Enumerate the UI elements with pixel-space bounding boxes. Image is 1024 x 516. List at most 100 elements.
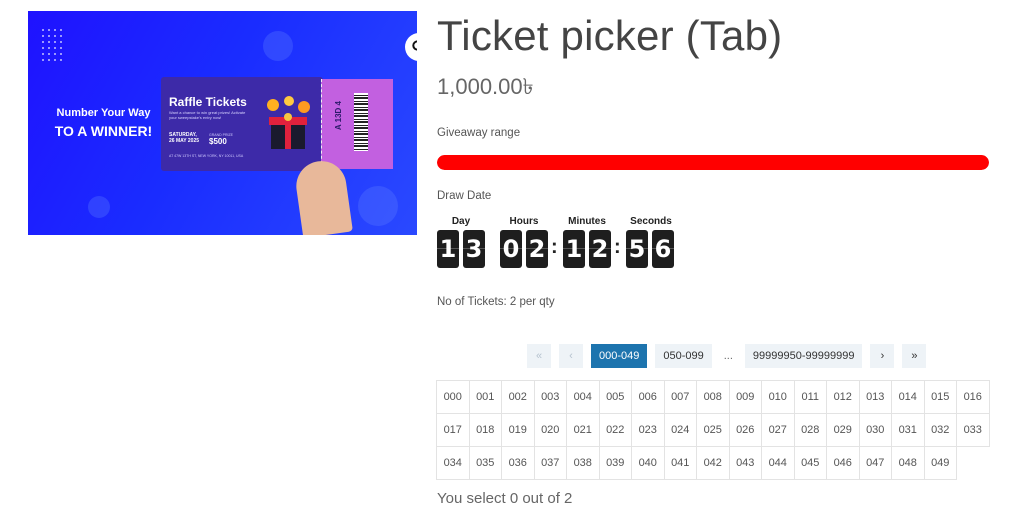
countdown-digit: 1 xyxy=(563,230,585,268)
ticket-number-cell[interactable]: 025 xyxy=(696,413,730,447)
ticket-number-cell[interactable]: 029 xyxy=(826,413,860,447)
ticket-stub: A 13D 4 xyxy=(321,79,393,169)
product-title: Ticket picker (Tab) xyxy=(437,12,783,59)
ticket-number-cell[interactable]: 039 xyxy=(598,446,632,480)
ticket-number-cell[interactable]: 009 xyxy=(728,380,762,414)
countdown-digit: 5 xyxy=(626,230,648,268)
first-page-button[interactable]: « xyxy=(527,344,551,368)
ticket-number-cell[interactable]: 010 xyxy=(761,380,795,414)
ticket-number-cell[interactable]: 027 xyxy=(761,413,795,447)
ticket-number-cell[interactable]: 042 xyxy=(696,446,730,480)
ticket-number-cell[interactable]: 047 xyxy=(858,446,892,480)
ticket-number-cell[interactable]: 022 xyxy=(598,413,632,447)
ticket-number-cell[interactable]: 044 xyxy=(761,446,795,480)
ticket-number-cell[interactable]: 017 xyxy=(436,413,470,447)
tab-range-050-099[interactable]: 050-099 xyxy=(655,344,712,368)
ticket-number-cell[interactable]: 031 xyxy=(891,413,925,447)
ticket-number-cell[interactable]: 014 xyxy=(891,380,925,414)
countdown-digit: 3 xyxy=(463,230,485,268)
ticket-number-cell[interactable]: 003 xyxy=(533,380,567,414)
pagination-ellipsis: ... xyxy=(723,350,733,362)
ticket-grid: 000 001 002 003 004 005 006 007 008 009 010 011 012 0… xyxy=(436,380,990,480)
ticket-number-cell[interactable]: 015 xyxy=(923,380,957,414)
ticket-number-cell[interactable]: 034 xyxy=(436,446,470,480)
countdown-digit: 1 xyxy=(437,230,459,268)
last-page-button[interactable]: » xyxy=(902,344,927,368)
ticket-number-cell[interactable]: 016 xyxy=(956,380,990,414)
ticket-number-cell[interactable]: 032 xyxy=(923,413,957,447)
image-headline-line1: Number Your Way xyxy=(56,107,151,119)
countdown-digit: 2 xyxy=(589,230,611,268)
tab-range-last[interactable]: 99999950-99999999 xyxy=(744,344,863,368)
ticket-number-cell[interactable]: 041 xyxy=(663,446,697,480)
ticket-number-cell[interactable]: 021 xyxy=(566,413,600,447)
ticket-number-cell[interactable]: 048 xyxy=(891,446,925,480)
ticket-number-cell[interactable]: 046 xyxy=(826,446,860,480)
countdown-digit: 6 xyxy=(652,230,674,268)
countdown-seconds-label: Seconds xyxy=(630,216,672,227)
decorative-bubble xyxy=(88,196,110,218)
countdown-digit: 0 xyxy=(500,230,522,268)
countdown-separator: : xyxy=(614,236,621,258)
tickets-per-qty: No of Tickets: 2 per qty xyxy=(437,296,555,308)
ticket-price-value: $500 xyxy=(209,137,227,146)
draw-date-label: Draw Date xyxy=(437,190,492,202)
ticket-number-cell[interactable]: 001 xyxy=(468,380,502,414)
ticket-stub-number: A 13D 4 xyxy=(334,101,343,131)
giveaway-progress-fill xyxy=(437,155,989,170)
countdown-hours-label: Hours xyxy=(509,216,539,227)
ticket-number-cell[interactable]: 033 xyxy=(956,413,990,447)
ticket-address: AT 47W 13TH ST, NEW YORK, NY 10011, USA xyxy=(169,154,244,158)
ticket-number-cell[interactable]: 020 xyxy=(533,413,567,447)
ticket-date-value: 26 MAY 2025 xyxy=(169,138,200,144)
ticket-number-cell[interactable]: 018 xyxy=(468,413,502,447)
ticket-number-cell[interactable]: 030 xyxy=(858,413,892,447)
ticket-number-cell[interactable]: 035 xyxy=(468,446,502,480)
ticket-number-cell[interactable]: 026 xyxy=(728,413,762,447)
ticket-number-cell[interactable]: 008 xyxy=(696,380,730,414)
ticket-number-cell[interactable]: 011 xyxy=(793,380,827,414)
next-page-button[interactable]: › xyxy=(870,344,895,368)
ticket-number-cell[interactable]: 019 xyxy=(501,413,535,447)
gift-icon xyxy=(267,96,310,149)
ticket-number-cell[interactable]: 036 xyxy=(501,446,535,480)
selection-status: You select 0 out of 2 xyxy=(437,490,573,507)
decorative-bubble xyxy=(358,186,398,226)
countdown-separator: : xyxy=(551,236,558,258)
ticket-number-cell[interactable]: 012 xyxy=(826,380,860,414)
ticket-number-cell[interactable]: 037 xyxy=(533,446,567,480)
decorative-bubble xyxy=(263,31,293,61)
decorative-dots xyxy=(40,27,64,61)
giveaway-progress-bar xyxy=(437,155,989,170)
ticket-number-cell[interactable]: 043 xyxy=(728,446,762,480)
ticket-title: Raffle Tickets xyxy=(169,95,247,109)
ticket-subtitle: Want a chance to win great prizes! Activ… xyxy=(169,110,246,120)
ticket-number-cell[interactable]: 006 xyxy=(631,380,665,414)
image-headline: Number Your Way TO A WINNER! xyxy=(46,107,161,139)
giveaway-range-label: Giveaway range xyxy=(437,127,521,139)
ticket-number-cell[interactable]: 028 xyxy=(793,413,827,447)
ticket-number-cell[interactable]: 013 xyxy=(858,380,892,414)
ticket-number-cell[interactable]: 038 xyxy=(566,446,600,480)
hand-graphic xyxy=(293,157,353,235)
ticket-graphic: Raffle Tickets Want a chance to win grea… xyxy=(161,77,323,171)
ticket-number-cell[interactable]: 023 xyxy=(631,413,665,447)
ticket-number-cell[interactable]: 024 xyxy=(663,413,697,447)
zoom-button[interactable] xyxy=(405,33,417,61)
ticket-number-cell[interactable]: 040 xyxy=(631,446,665,480)
countdown-minutes-label: Minutes xyxy=(568,216,606,227)
ticket-number-cell[interactable]: 049 xyxy=(923,446,957,480)
ticket-number-cell[interactable]: 000 xyxy=(436,380,470,414)
product-price: 1,000.00৳ xyxy=(437,74,534,99)
tab-range-000-049[interactable]: 000-049 xyxy=(591,344,648,368)
prev-page-button[interactable]: ‹ xyxy=(559,344,583,368)
ticket-number-cell[interactable]: 045 xyxy=(793,446,827,480)
countdown-day-label: Day xyxy=(451,216,471,227)
product-image[interactable]: Number Your Way TO A WINNER! Raffle Tick… xyxy=(28,11,417,235)
ticket-number-cell[interactable]: 002 xyxy=(501,380,535,414)
countdown-digit: 2 xyxy=(526,230,548,268)
ticket-number-cell[interactable]: 007 xyxy=(663,380,697,414)
image-headline-line2: TO A WINNER! xyxy=(54,123,153,139)
ticket-number-cell[interactable]: 005 xyxy=(598,380,632,414)
ticket-number-cell[interactable]: 004 xyxy=(566,380,600,414)
